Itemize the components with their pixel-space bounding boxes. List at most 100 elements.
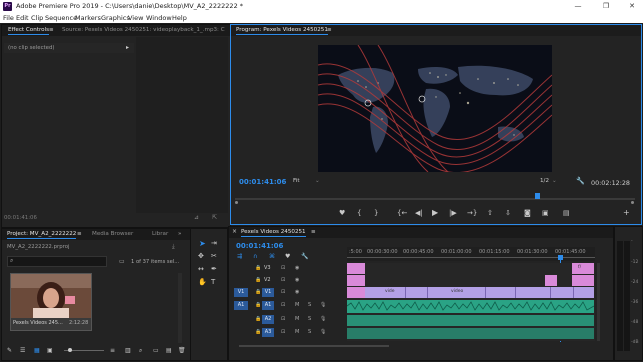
sort-icon[interactable]: ≡ (110, 347, 115, 354)
menu-markers[interactable]: Markers (75, 14, 101, 22)
lock-icon[interactable]: 🔒 (255, 329, 261, 335)
clip-a2[interactable] (347, 315, 594, 326)
add-marker-timeline-icon[interactable]: ♥ (285, 253, 290, 260)
eye-icon[interactable]: ◉ (295, 289, 299, 295)
tab-sequence[interactable]: Pexels Videos 2450251 (241, 229, 306, 237)
tab-effect-controls[interactable]: Effect Controls (8, 27, 50, 35)
lift-icon[interactable]: ⇧ (487, 209, 493, 217)
program-playhead-marker[interactable] (535, 193, 540, 199)
automate-to-sequence-icon[interactable]: ▥ (125, 347, 131, 354)
step-forward-icon[interactable]: |▶ (449, 209, 457, 217)
selection-tool-icon[interactable]: ➤ (199, 239, 206, 248)
program-scrubber-bar[interactable] (235, 198, 635, 200)
razor-tool-icon[interactable]: ✂ (211, 252, 217, 260)
lock-icon[interactable]: 🔒 (255, 316, 261, 322)
track-name-a2[interactable]: A2 (262, 315, 274, 324)
wrench-timeline-icon[interactable]: 🔧 (301, 253, 308, 260)
source-patch-a1[interactable]: A1 (234, 301, 248, 310)
more-panels-icon[interactable]: » (178, 231, 181, 237)
freeform-view-icon[interactable]: ▣ (47, 347, 53, 354)
timeline-vertical-scrollbar[interactable] (597, 263, 600, 341)
mute-button[interactable]: M (295, 329, 299, 335)
expand-arrow-icon[interactable]: ▸ (126, 44, 129, 51)
ripple-edit-tool-icon[interactable]: ✥ (198, 252, 204, 260)
go-to-in-icon[interactable]: {← (397, 209, 407, 217)
microphone-icon[interactable]: 🎙 (320, 329, 326, 335)
play-icon[interactable]: ▶ (432, 208, 438, 217)
lock-icon[interactable]: 🔒 (255, 289, 261, 295)
pencil-icon[interactable]: ✎ (7, 347, 12, 354)
new-bin-footer-icon[interactable]: ▭ (153, 347, 159, 354)
source-patch-v1[interactable]: V1 (234, 288, 248, 297)
sequence-menu-icon[interactable]: ≡ (311, 229, 316, 235)
compare-view-icon[interactable]: ▣ (542, 209, 549, 217)
add-marker-icon[interactable]: ♥ (339, 209, 345, 217)
lock-icon[interactable]: 🔒 (255, 265, 261, 271)
timeline-horizontal-scrollbar[interactable] (239, 345, 389, 347)
mark-out-icon[interactable]: } (374, 209, 378, 217)
wrench-icon[interactable]: 🔧 (576, 177, 585, 185)
program-zoom-bar[interactable] (235, 201, 635, 204)
microphone-icon[interactable]: 🎙 (320, 316, 326, 322)
snap-icon[interactable]: ∩ (253, 253, 257, 260)
timeline-tracks-area[interactable]: f/ vide video (346, 263, 595, 341)
menu-window[interactable]: Window (146, 14, 172, 22)
slip-tool-icon[interactable]: ↔ (198, 265, 204, 273)
find-icon[interactable]: ⌕ (139, 347, 142, 355)
trash-icon[interactable]: 🗑 (178, 347, 186, 354)
clip-v3[interactable] (347, 263, 365, 274)
clip-v2-end[interactable] (572, 275, 594, 286)
project-search-input[interactable]: ⌕ (7, 256, 107, 267)
menu-sequence[interactable]: Sequence (45, 14, 77, 22)
vr-icon[interactable]: ▤ (563, 209, 570, 217)
lock-icon[interactable]: 🔒 (255, 277, 261, 283)
menu-graphics[interactable]: Graphics (101, 14, 130, 22)
track-select-tool-icon[interactable]: ⇥ (211, 239, 217, 247)
sync-lock-icon[interactable]: ⊡ (281, 329, 285, 335)
step-back-icon[interactable]: ◀| (415, 209, 423, 217)
project-scrollbar[interactable] (178, 273, 182, 343)
go-to-out-icon[interactable]: →} (467, 209, 477, 217)
nest-icon[interactable]: ⇶ (237, 253, 242, 260)
clip-v2-mid[interactable] (545, 275, 557, 286)
eye-icon[interactable]: ◉ (295, 265, 299, 271)
add-button-icon[interactable]: + (623, 208, 630, 217)
timeline-playhead-timecode[interactable]: 00:01:41:06 (236, 242, 283, 250)
sync-lock-icon[interactable]: ⊡ (281, 316, 285, 322)
zoom-slider-handle[interactable] (68, 348, 72, 352)
tab-program[interactable]: Program: Pexels Videos 2450251 (236, 27, 328, 35)
program-playhead-timecode[interactable]: 00:01:41:06 (239, 178, 286, 186)
microphone-icon[interactable]: 🎙 (320, 302, 326, 308)
filter-icon[interactable]: ⊿ (194, 214, 199, 221)
clip-a1[interactable] (346, 300, 595, 313)
sync-lock-icon[interactable]: ⊡ (281, 289, 285, 295)
tab-libraries[interactable]: Librar (152, 231, 168, 237)
project-media-thumbnail[interactable]: Pexels Videos 245... 2:12:28 (10, 273, 92, 331)
resolution-dropdown[interactable]: 1/2 ⌄ (540, 178, 562, 186)
clip-a3[interactable] (347, 328, 594, 339)
icon-view-icon[interactable]: ▦ (34, 347, 40, 354)
track-name-v1[interactable]: V1 (262, 288, 274, 297)
mark-in-icon[interactable]: { (357, 209, 361, 217)
mute-button[interactable]: M (295, 302, 299, 308)
export-icon[interactable]: ⇱ (212, 214, 217, 221)
tab-project[interactable]: Project: MV_A2_2222222 (7, 231, 77, 239)
menu-view[interactable]: View (128, 14, 143, 22)
tab-source[interactable]: Source: Pexels Videos 2450251: videoplay… (62, 27, 228, 33)
solo-button[interactable]: S (308, 316, 311, 322)
solo-button[interactable]: S (308, 329, 311, 335)
eye-icon[interactable]: ◉ (295, 277, 299, 283)
program-menu-icon[interactable]: ≡ (327, 27, 332, 33)
new-item-icon[interactable]: ▤ (166, 347, 172, 354)
list-view-icon[interactable]: ☰ (20, 347, 25, 354)
type-tool-icon[interactable]: T (211, 278, 215, 286)
linked-selection-icon[interactable]: ⌘ (269, 253, 275, 260)
hand-tool-icon[interactable]: ✋ (198, 278, 207, 286)
fit-dropdown[interactable]: Fit ⌄ (293, 178, 325, 186)
track-name-a3[interactable]: A3 (262, 328, 274, 337)
export-frame-camera-icon[interactable]: ◙ (524, 209, 531, 217)
mute-button[interactable]: M (295, 316, 299, 322)
pen-tool-icon[interactable]: ✒ (211, 265, 217, 273)
menu-file[interactable]: File (3, 14, 14, 22)
effect-controls-menu-icon[interactable]: ≡ (49, 27, 54, 33)
